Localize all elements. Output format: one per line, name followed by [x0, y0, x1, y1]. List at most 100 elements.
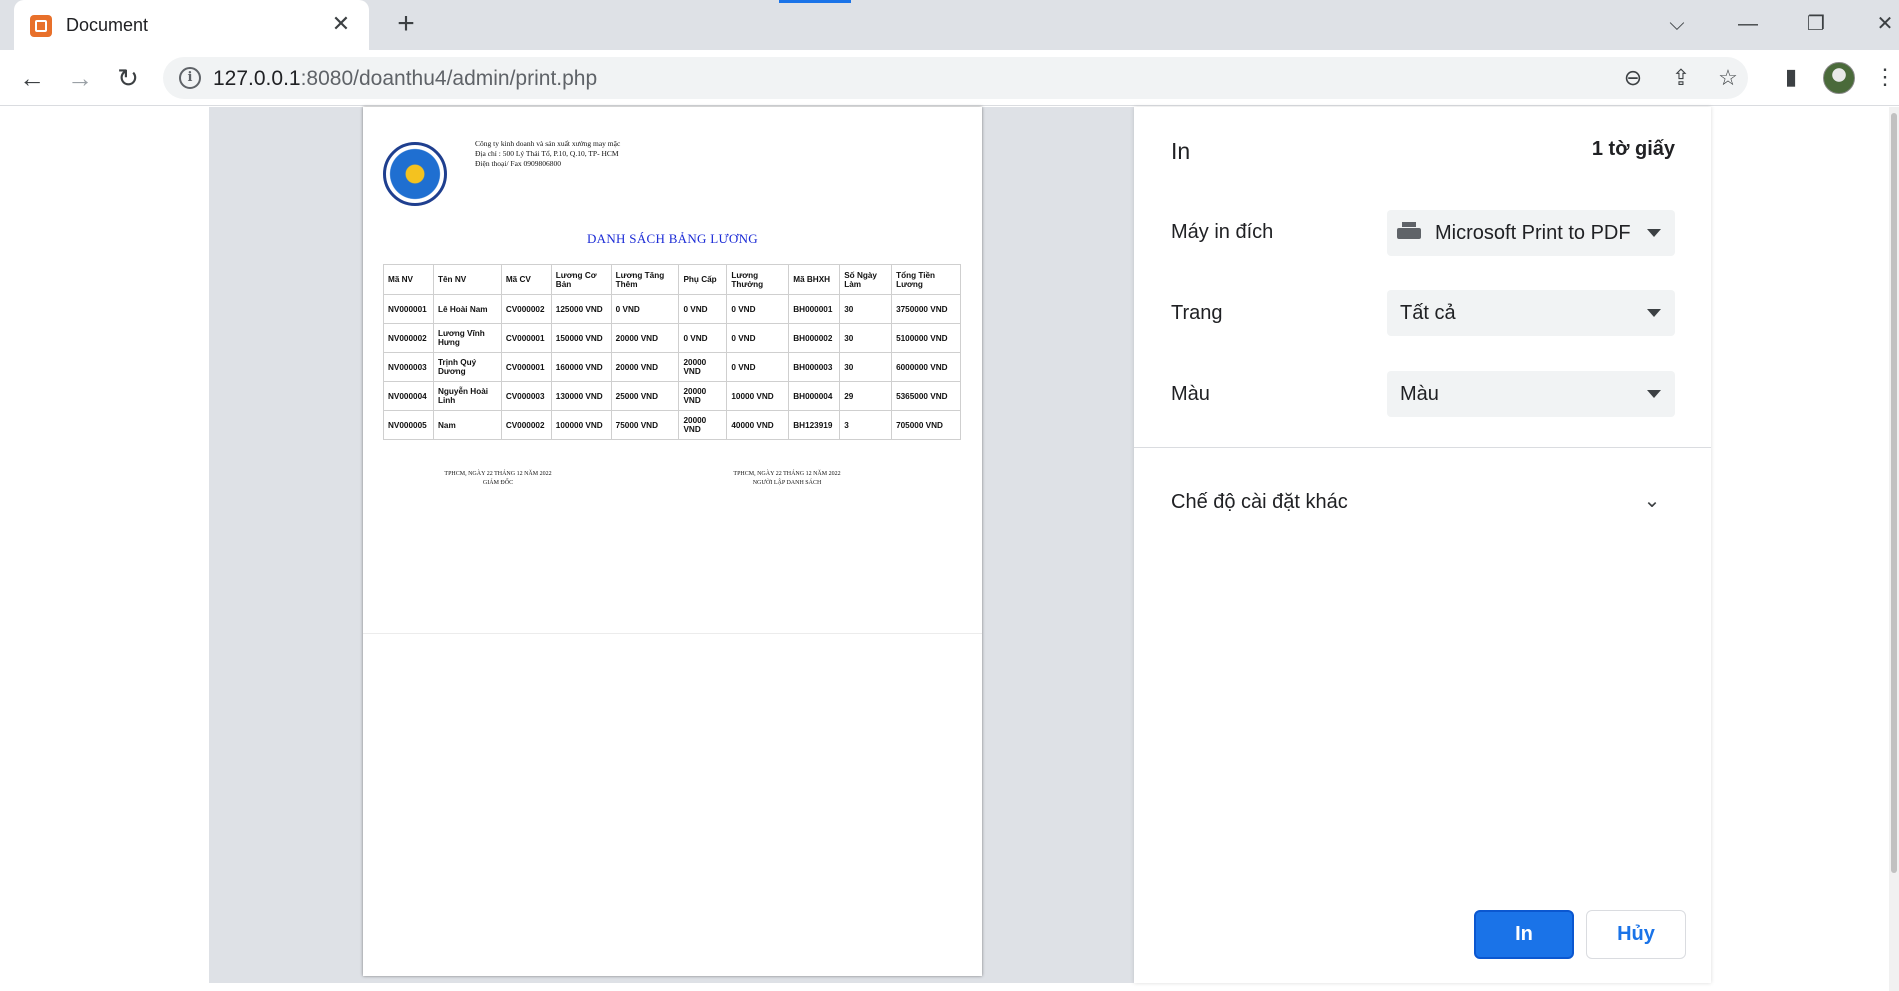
table-cell: 30	[839, 352, 893, 382]
table-cell: 5100000 VND	[891, 323, 961, 353]
url-path: :8080/doanthu4/admin/print.php	[300, 67, 598, 90]
scrollbar-thumb[interactable]	[1891, 113, 1897, 873]
site-info-icon[interactable]: i	[179, 67, 201, 89]
table-cell: 705000 VND	[891, 410, 961, 440]
tab-strip: Document ✕ + ⌵ — ❐ ✕	[0, 0, 1899, 50]
table-cell: Lê Hoài Nam	[432, 294, 502, 324]
table-cell: 10000 VND	[726, 381, 790, 411]
table-cell: CV000002	[500, 294, 552, 324]
table-cell: 160000 VND	[550, 352, 612, 382]
table-row: NV000003 Trịnh Quý Dương CV000001 160000…	[383, 352, 961, 382]
signature-date: TPHCM, NGÀY 22 THÁNG 12 NĂM 2022	[444, 471, 552, 477]
table-cell: CV000003	[500, 381, 552, 411]
table-cell: CV000002	[500, 410, 552, 440]
signature-role: GIÁM ĐỐC	[482, 480, 514, 486]
cancel-button[interactable]: Hủy	[1586, 910, 1686, 959]
table-cell: 0 VND	[678, 323, 728, 353]
table-cell: 3	[839, 410, 893, 440]
sheet-count: 1 tờ giấy	[1591, 138, 1675, 160]
destination-label: Máy in đích	[1171, 221, 1274, 243]
salary-table: Mã NV Tên NV Mã CV Lương Cơ Bản Lương Tă…	[383, 264, 961, 440]
pages-value: Tất cả	[1400, 302, 1456, 324]
tab-search-icon[interactable]: ⌵	[1657, 8, 1697, 40]
browser-toolbar: ← → ↻ i 127.0.0.1:8080/doanthu4/admin/pr…	[0, 50, 1899, 106]
table-cell: 130000 VND	[550, 381, 612, 411]
table-cell: NV000001	[383, 294, 434, 324]
table-cell: BH000001	[788, 294, 841, 324]
pages-label: Trang	[1171, 302, 1223, 324]
more-settings-toggle[interactable]: Chế độ cài đặt khác	[1171, 491, 1348, 514]
address-url[interactable]: 127.0.0.1:8080/doanthu4/admin/print.php	[213, 67, 597, 91]
table-cell: 40000 VND	[726, 410, 790, 440]
signature-date: TPHCM, NGÀY 22 THÁNG 12 NĂM 2022	[733, 471, 841, 477]
address-bar[interactable]: i 127.0.0.1:8080/doanthu4/admin/print.ph…	[163, 57, 1748, 99]
printer-icon	[1397, 222, 1421, 244]
col-header: Phụ Cấp	[678, 264, 728, 295]
tab-close-icon[interactable]: ✕	[327, 10, 355, 38]
destination-select[interactable]: Microsoft Print to PDF	[1387, 210, 1675, 256]
col-header: Mã CV	[500, 264, 552, 295]
table-cell: 0 VND	[678, 294, 728, 324]
table-cell: 100000 VND	[550, 410, 612, 440]
restore-button[interactable]: ❐	[1796, 8, 1836, 40]
page-scrollbar[interactable]	[1889, 107, 1899, 991]
print-button[interactable]: In	[1474, 910, 1574, 959]
print-settings-panel: In 1 tờ giấy Máy in đích Microsoft Print…	[1134, 107, 1711, 983]
col-header: Lương Cơ Bản	[550, 264, 612, 295]
table-cell: NV000004	[383, 381, 434, 411]
table-cell: 6000000 VND	[891, 352, 961, 382]
col-header: Mã BHXH	[788, 264, 841, 295]
table-cell: 5365000 VND	[891, 381, 961, 411]
dropdown-arrow-icon	[1647, 229, 1661, 237]
document-title: DANH SÁCH BẢNG LƯƠNG	[586, 231, 758, 246]
col-header: Lương Thưởng	[726, 264, 790, 295]
close-window-button[interactable]: ✕	[1865, 8, 1899, 40]
color-select[interactable]: Màu	[1387, 371, 1675, 417]
url-host: 127.0.0.1	[213, 67, 301, 90]
signature-preparer: TPHCM, NGÀY 22 THÁNG 12 NĂM 2022 NGƯỜI L…	[707, 470, 867, 488]
table-cell: Lương Vĩnh Hưng	[432, 323, 502, 353]
print-preview-area: Công ty kinh doanh và sản xuất xưởng may…	[209, 107, 1134, 983]
table-cell: CV000001	[500, 352, 552, 382]
company-info: Công ty kinh doanh và sản xuất xưởng may…	[475, 139, 620, 169]
zoom-icon[interactable]: ⊖	[1618, 63, 1648, 93]
forward-button[interactable]: →	[62, 60, 98, 96]
xampp-favicon-icon	[30, 15, 52, 37]
table-header-row: Mã NV Tên NV Mã CV Lương Cơ Bản Lương Tă…	[383, 264, 961, 295]
col-header: Tổng Tiền Lương	[891, 264, 961, 295]
table-cell: 3750000 VND	[891, 294, 961, 324]
profile-avatar[interactable]	[1823, 62, 1855, 94]
reload-button[interactable]: ↻	[110, 60, 146, 96]
menu-kebab-icon[interactable]: ⋮	[1870, 62, 1899, 92]
table-cell: NV000005	[383, 410, 434, 440]
table-cell: NV000003	[383, 352, 434, 382]
table-cell: 0 VND	[726, 352, 790, 382]
company-phone: Điện thoại/ Fax 0909806800	[475, 159, 562, 168]
company-name: Công ty kinh doanh và sản xuất xưởng may…	[475, 139, 621, 148]
dropdown-arrow-icon	[1647, 390, 1661, 398]
bookmark-star-icon[interactable]: ☆	[1713, 63, 1743, 93]
col-header: Số Ngày Làm	[839, 264, 893, 295]
table-row: NV000002 Lương Vĩnh Hưng CV000001 150000…	[383, 323, 961, 353]
new-tab-button[interactable]: +	[390, 9, 422, 41]
table-row: NV000005 Nam CV000002 100000 VND 75000 V…	[383, 410, 961, 440]
table-cell: CV000001	[500, 323, 552, 353]
browser-tab[interactable]: Document ✕	[14, 0, 369, 50]
page-divider	[363, 633, 982, 634]
pages-select[interactable]: Tất cả	[1387, 290, 1675, 336]
table-cell: 20000 VND	[678, 381, 728, 411]
side-panel-icon[interactable]: ▮	[1776, 62, 1806, 92]
table-cell: 20000 VND	[610, 352, 680, 382]
panel-divider	[1134, 447, 1711, 448]
table-cell: 29	[839, 381, 893, 411]
preview-page: Công ty kinh doanh và sản xuất xưởng may…	[363, 107, 982, 976]
table-cell: BH000003	[788, 352, 841, 382]
table-row: NV000001 Lê Hoài Nam CV000002 125000 VND…	[383, 294, 961, 324]
minimize-button[interactable]: —	[1728, 8, 1768, 40]
tab-title: Document	[66, 15, 149, 35]
company-logo	[383, 142, 447, 206]
chevron-down-icon[interactable]: ⌄	[1640, 489, 1664, 513]
share-icon[interactable]: ⇪	[1666, 63, 1696, 93]
back-button[interactable]: ←	[14, 60, 50, 96]
color-label: Màu	[1171, 383, 1210, 405]
